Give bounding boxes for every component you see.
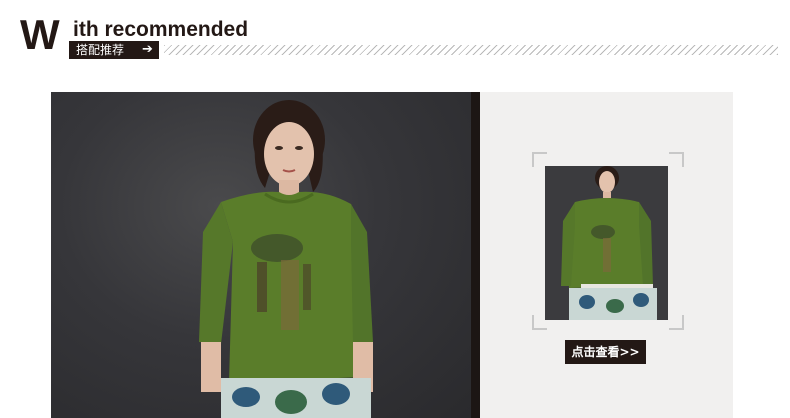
subtitle-text: 搭配推荐 — [76, 43, 125, 57]
model-photo-green-top — [199, 100, 373, 418]
thumbnail-frame[interactable] — [532, 152, 684, 330]
frame-corner — [669, 315, 684, 330]
title-initial: W — [20, 11, 60, 58]
arrow-icon: ➔ — [142, 42, 153, 57]
section-header: W ith recommended 搭配推荐 ➔ — [0, 0, 790, 70]
model-thumbnail-green-top — [545, 166, 668, 320]
view-details-button[interactable]: 点击查看>> — [565, 340, 646, 364]
photo-divider — [471, 92, 480, 418]
frame-corner — [532, 152, 547, 167]
hatch-divider — [164, 45, 778, 55]
frame-corner — [669, 152, 684, 167]
main-product-photo — [51, 92, 471, 418]
recommendation-panel: 点击查看>> — [480, 92, 733, 418]
product-thumbnail[interactable] — [545, 166, 668, 320]
subtitle-bar: 搭配推荐 ➔ — [69, 41, 159, 59]
section-title: ith recommended — [73, 18, 249, 41]
